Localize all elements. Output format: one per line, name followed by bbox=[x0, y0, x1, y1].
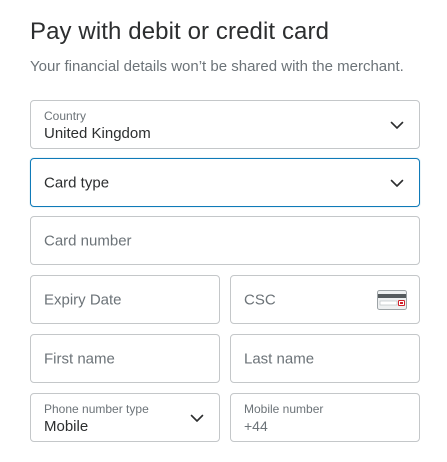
page-subtitle: Your financial details won’t be shared w… bbox=[30, 58, 404, 75]
mobile-number-label: Mobile number bbox=[244, 402, 324, 416]
card-number-placeholder: Card number bbox=[44, 232, 132, 249]
country-value: United Kingdom bbox=[44, 125, 151, 142]
last-name-input[interactable]: Last name bbox=[230, 334, 420, 383]
page-title: Pay with debit or credit card bbox=[30, 18, 330, 45]
chevron-down-icon bbox=[390, 179, 404, 187]
phone-type-label: Phone number type bbox=[44, 402, 149, 416]
card-number-input[interactable]: Card number bbox=[30, 216, 420, 265]
csc-input[interactable]: CSC bbox=[230, 275, 420, 324]
mobile-number-input[interactable]: Mobile number +44 bbox=[230, 393, 420, 442]
country-label: Country bbox=[44, 109, 87, 123]
chevron-down-icon bbox=[190, 414, 204, 422]
card-type-select[interactable]: Card type bbox=[30, 158, 420, 207]
first-name-placeholder: First name bbox=[44, 350, 115, 367]
expiry-date-input[interactable]: Expiry Date bbox=[30, 275, 220, 324]
csc-placeholder: CSC bbox=[244, 291, 276, 308]
card-type-placeholder: Card type bbox=[44, 174, 110, 191]
payment-form-page: Pay with debit or credit card Your finan… bbox=[0, 0, 447, 462]
first-name-input[interactable]: First name bbox=[30, 334, 220, 383]
phone-type-value: Mobile bbox=[44, 418, 89, 435]
chevron-down-icon bbox=[390, 121, 404, 129]
phone-type-select[interactable]: Phone number type Mobile bbox=[30, 393, 220, 442]
last-name-placeholder: Last name bbox=[244, 350, 315, 367]
country-select[interactable]: Country United Kingdom bbox=[30, 100, 420, 149]
card-back-icon bbox=[377, 289, 407, 310]
mobile-number-value: +44 bbox=[244, 418, 268, 434]
expiry-date-placeholder: Expiry Date bbox=[44, 291, 122, 308]
